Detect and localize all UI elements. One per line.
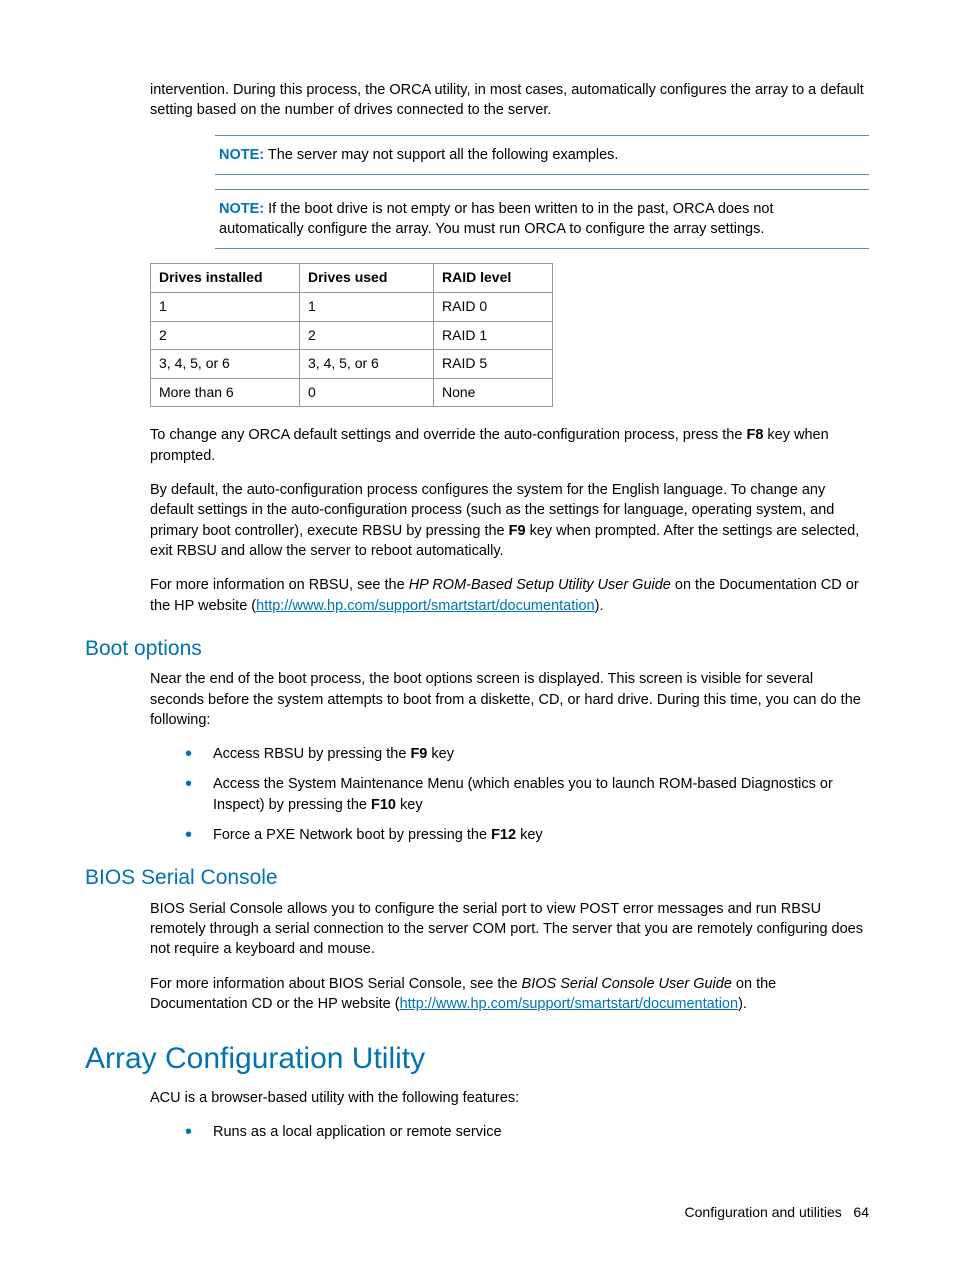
list-item: Force a PXE Network boot by pressing the… — [185, 825, 869, 845]
acu-list: Runs as a local application or remote se… — [85, 1122, 869, 1142]
note-label: NOTE: — [219, 147, 264, 163]
key-f8: F8 — [746, 427, 763, 443]
key-f10: F10 — [371, 797, 396, 813]
key-f9: F9 — [509, 523, 526, 539]
boot-options-heading: Boot options — [85, 634, 869, 663]
th-raid-level: RAID level — [434, 264, 553, 293]
text: ). — [738, 996, 747, 1012]
th-drives-used: Drives used — [300, 264, 434, 293]
table-row: More than 6 0 None — [151, 378, 553, 407]
list-item: Runs as a local application or remote se… — [185, 1122, 869, 1142]
note-box-1: NOTE: The server may not support all the… — [215, 135, 869, 175]
boot-options-intro: Near the end of the boot process, the bo… — [85, 669, 869, 730]
text: For more information about BIOS Serial C… — [150, 976, 522, 992]
acu-heading: Array Configuration Utility — [85, 1038, 869, 1080]
text: To change any ORCA default settings and … — [150, 427, 746, 443]
th-drives-installed: Drives installed — [151, 264, 300, 293]
key-f12: F12 — [491, 827, 516, 843]
list-item: Access RBSU by pressing the F9 key — [185, 744, 869, 764]
text: ). — [595, 598, 604, 614]
bios-link[interactable]: http://www.hp.com/support/smartstart/doc… — [400, 996, 738, 1012]
boot-options-list: Access RBSU by pressing the F9 key Acces… — [85, 744, 869, 845]
td: RAID 5 — [434, 350, 553, 379]
acu-intro: ACU is a browser-based utility with the … — [85, 1088, 869, 1108]
text: Access RBSU by pressing the — [213, 746, 410, 762]
bios-paragraph-2: For more information about BIOS Serial C… — [85, 974, 869, 1015]
bios-paragraph-1: BIOS Serial Console allows you to config… — [85, 899, 869, 960]
bios-serial-heading: BIOS Serial Console — [85, 863, 869, 892]
td: 0 — [300, 378, 434, 407]
text: key — [396, 797, 423, 813]
td: 1 — [300, 293, 434, 322]
note-text: If the boot drive is not empty or has be… — [219, 201, 774, 237]
text: key — [516, 827, 543, 843]
text: key — [427, 746, 454, 762]
td: 2 — [300, 321, 434, 350]
page-footer: Configuration and utilities 64 — [85, 1203, 869, 1223]
table-header-row: Drives installed Drives used RAID level — [151, 264, 553, 293]
td: None — [434, 378, 553, 407]
table-row: 2 2 RAID 1 — [151, 321, 553, 350]
rbsu-info-paragraph: For more information on RBSU, see the HP… — [85, 575, 869, 616]
footer-section: Configuration and utilities — [685, 1204, 842, 1220]
note-text: The server may not support all the follo… — [264, 147, 618, 163]
rbsu-link[interactable]: http://www.hp.com/support/smartstart/doc… — [256, 598, 594, 614]
text: For more information on RBSU, see the — [150, 577, 409, 593]
td: 2 — [151, 321, 300, 350]
text: Access the System Maintenance Menu (whic… — [213, 776, 833, 812]
table-row: 3, 4, 5, or 6 3, 4, 5, or 6 RAID 5 — [151, 350, 553, 379]
key-f9: F9 — [410, 746, 427, 762]
text: Force a PXE Network boot by pressing the — [213, 827, 491, 843]
change-orca-paragraph: To change any ORCA default settings and … — [85, 425, 869, 466]
raid-table: Drives installed Drives used RAID level … — [150, 263, 553, 407]
td: RAID 0 — [434, 293, 553, 322]
td: RAID 1 — [434, 321, 553, 350]
note-box-2: NOTE: If the boot drive is not empty or … — [215, 189, 869, 250]
footer-page-number: 64 — [853, 1204, 869, 1220]
guide-title: BIOS Serial Console User Guide — [522, 976, 732, 992]
auto-config-paragraph: By default, the auto-configuration proce… — [85, 480, 869, 561]
table-row: 1 1 RAID 0 — [151, 293, 553, 322]
td: More than 6 — [151, 378, 300, 407]
intro-paragraph: intervention. During this process, the O… — [85, 80, 869, 121]
td: 3, 4, 5, or 6 — [151, 350, 300, 379]
guide-title: HP ROM-Based Setup Utility User Guide — [409, 577, 671, 593]
list-item: Access the System Maintenance Menu (whic… — [185, 774, 869, 815]
td: 1 — [151, 293, 300, 322]
td: 3, 4, 5, or 6 — [300, 350, 434, 379]
note-label: NOTE: — [219, 201, 264, 217]
